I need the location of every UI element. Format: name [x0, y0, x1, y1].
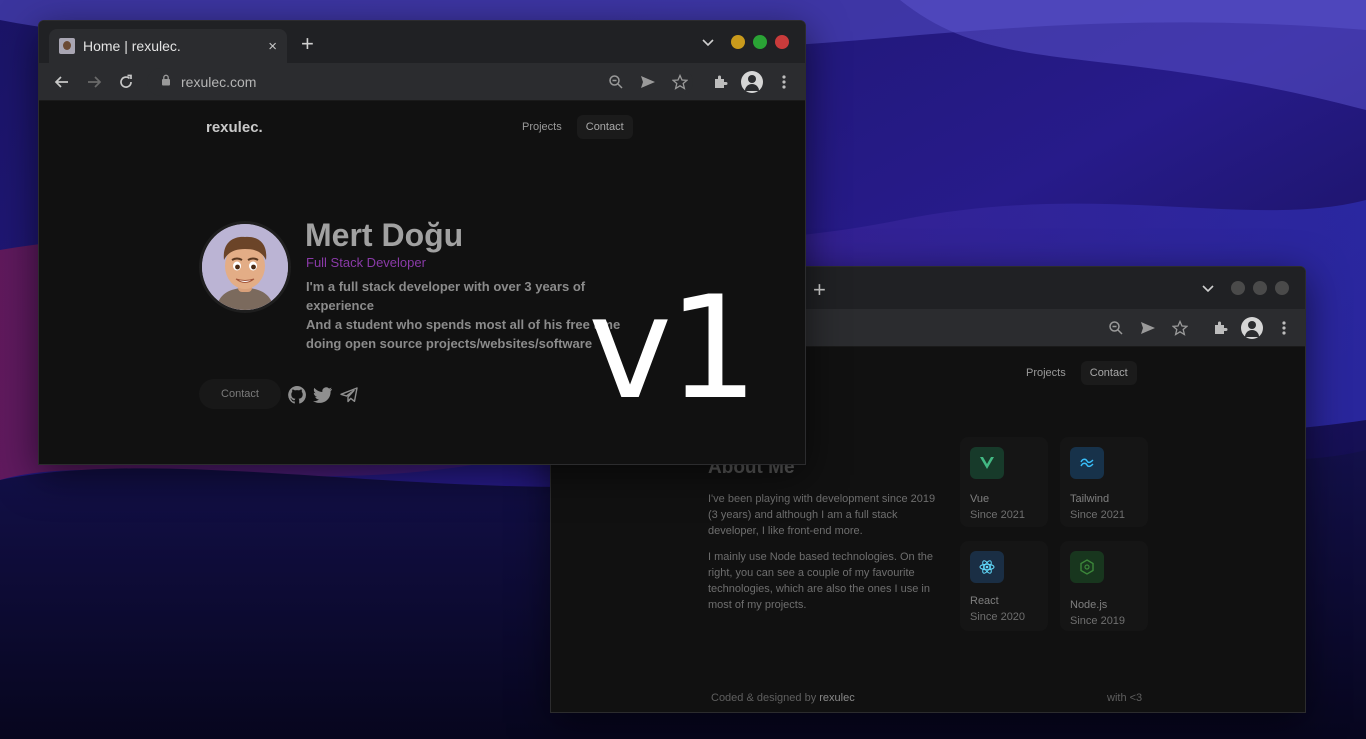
- nav-contact-link[interactable]: Contact: [576, 115, 633, 139]
- tab-title: Home | rexulec.: [83, 38, 181, 54]
- social-links: [287, 385, 359, 405]
- profile-name: Mert Doğu: [305, 217, 464, 253]
- tech-card-nodejs: Node.js Since 2019: [1060, 541, 1148, 631]
- react-icon: [970, 551, 1004, 583]
- tech-name: Node.js: [1070, 599, 1108, 611]
- telegram-icon[interactable]: [339, 385, 359, 405]
- tech-since: Since 2021: [1070, 509, 1126, 521]
- site-brand[interactable]: rexulec.: [206, 119, 263, 136]
- tailwind-icon: [1070, 447, 1104, 479]
- tech-since: Since 2021: [970, 509, 1026, 521]
- lock-icon: [161, 73, 171, 91]
- nav-projects-link[interactable]: Projects: [1017, 361, 1075, 385]
- send-icon[interactable]: [639, 73, 657, 91]
- profile-avatar-icon[interactable]: [1241, 317, 1263, 339]
- site-nav: Projects Contact: [513, 115, 633, 139]
- twitter-icon[interactable]: [313, 385, 333, 405]
- favicon-icon: [59, 38, 75, 54]
- github-icon[interactable]: [287, 385, 307, 405]
- about-paragraph: I've been playing with development since…: [708, 493, 936, 537]
- url-text: rexulec.com: [181, 74, 257, 90]
- contact-button[interactable]: Contact: [199, 379, 281, 409]
- zoom-icon[interactable]: [1107, 319, 1125, 337]
- footer-prefix: Coded & designed by: [711, 692, 817, 704]
- version-overlay-label: v1: [588, 266, 758, 431]
- memoji-illustration: [202, 224, 288, 310]
- footer-author-link[interactable]: rexulec: [819, 692, 854, 704]
- site-nav: Projects Contact: [1017, 361, 1137, 385]
- reload-icon[interactable]: [117, 73, 135, 91]
- minimize-button[interactable]: [731, 35, 745, 49]
- extensions-icon[interactable]: [1211, 319, 1229, 337]
- kebab-menu-icon[interactable]: [1275, 319, 1293, 337]
- bookmark-star-icon[interactable]: [1171, 319, 1189, 337]
- close-window-button[interactable]: [775, 35, 789, 49]
- about-text: I've been playing with development since…: [708, 491, 940, 623]
- zoom-icon[interactable]: [607, 73, 625, 91]
- profile-avatar-icon[interactable]: [741, 71, 763, 93]
- back-arrow-icon[interactable]: [53, 73, 71, 91]
- chevron-down-icon[interactable]: [1201, 281, 1215, 300]
- footer-credit: Coded & designed by rexulec: [711, 692, 855, 704]
- chevron-down-icon[interactable]: [701, 35, 715, 54]
- forward-arrow-icon[interactable]: [85, 73, 103, 91]
- tech-since: Since 2020: [970, 611, 1026, 623]
- maximize-button[interactable]: [1253, 281, 1267, 295]
- window-controls: [731, 35, 789, 49]
- tech-card-tailwind: Tailwind Since 2021: [1060, 437, 1148, 527]
- nav-contact-link[interactable]: Contact: [1080, 361, 1137, 385]
- tech-name: React: [970, 595, 999, 607]
- nodejs-icon: [1070, 551, 1104, 583]
- tech-card-vue: Vue Since 2021: [960, 437, 1048, 527]
- about-paragraph: I mainly use Node based technologies. On…: [708, 551, 934, 611]
- window-controls: [1231, 281, 1289, 295]
- browser-toolbar: rexulec.com: [39, 63, 805, 101]
- minimize-button[interactable]: [1231, 281, 1245, 295]
- close-icon[interactable]: ×: [268, 39, 277, 54]
- new-tab-button[interactable]: +: [813, 279, 826, 301]
- profile-role: Full Stack Developer: [306, 255, 426, 270]
- tech-name: Vue: [970, 493, 990, 505]
- nav-projects-link[interactable]: Projects: [513, 115, 571, 139]
- bookmark-star-icon[interactable]: [671, 73, 689, 91]
- profile-avatar: [199, 221, 291, 313]
- send-icon[interactable]: [1139, 319, 1157, 337]
- close-window-button[interactable]: [1275, 281, 1289, 295]
- new-tab-button[interactable]: +: [301, 33, 314, 55]
- browser-tab[interactable]: Home | rexulec. ×: [49, 29, 287, 63]
- vue-icon: [970, 447, 1004, 479]
- kebab-menu-icon[interactable]: [775, 73, 793, 91]
- tab-bar: Home | rexulec. × +: [39, 21, 805, 63]
- tech-since: Since 2019: [1070, 615, 1126, 627]
- extensions-icon[interactable]: [711, 73, 729, 91]
- footer-love: with <3: [1107, 692, 1143, 704]
- maximize-button[interactable]: [753, 35, 767, 49]
- tech-card-react: React Since 2020: [960, 541, 1048, 631]
- tech-name: Tailwind: [1070, 493, 1110, 505]
